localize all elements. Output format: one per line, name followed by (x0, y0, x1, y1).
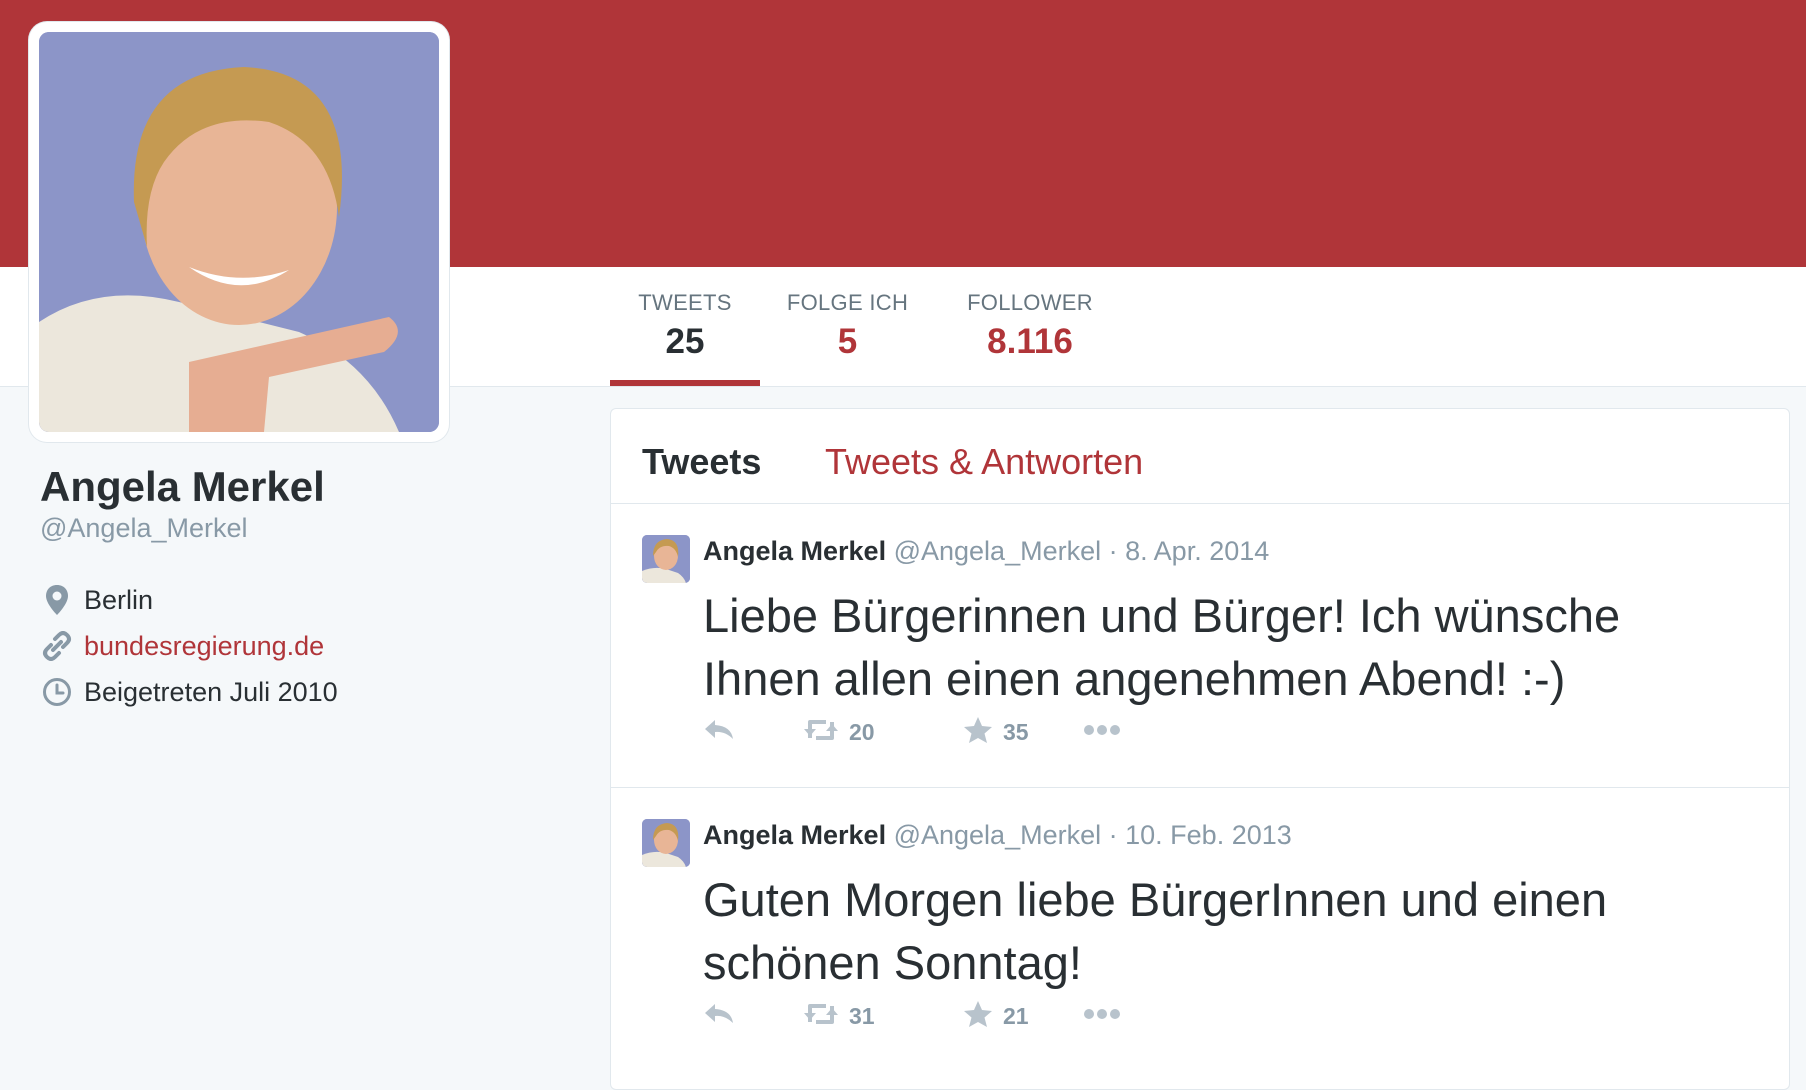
link-icon (40, 629, 74, 663)
more-button[interactable] (1083, 998, 1121, 1034)
star-icon (963, 716, 993, 749)
map-pin-icon (40, 583, 74, 617)
tweet-header: Angela Merkel @Angela_Merkel · 8. Apr. 2… (703, 536, 1269, 567)
profile-name[interactable]: Angela Merkel (40, 463, 325, 511)
avatar-photo (39, 32, 439, 432)
favorite-count: 35 (1003, 718, 1029, 745)
stat-tweets-label: TWEETS (638, 290, 732, 315)
tab-tweets-replies[interactable]: Tweets & Antworten (825, 441, 1143, 483)
stat-following[interactable]: FOLGE ICH 5 (780, 290, 915, 362)
profile-joined: Beigetreten Juli 2010 (40, 675, 338, 709)
tweet-separator: · (1108, 536, 1118, 566)
clock-icon (40, 675, 74, 709)
tweet-item[interactable]: Angela Merkel @Angela_Merkel · 10. Feb. … (611, 788, 1789, 1088)
tweet-actions: 20 35 (703, 714, 1303, 750)
more-dots-icon (1083, 1007, 1121, 1025)
stat-followers-value: 8.116 (987, 322, 1073, 361)
retweet-button[interactable]: 31 (803, 998, 875, 1034)
tweet-avatar[interactable] (642, 535, 690, 583)
joined-text: Beigetreten Juli 2010 (84, 676, 338, 707)
more-dots-icon (1083, 723, 1121, 741)
tweet-author-name[interactable]: Angela Merkel (703, 820, 886, 850)
retweet-icon (803, 716, 839, 749)
stat-tweets[interactable]: TWEETS 25 (610, 290, 760, 362)
active-stat-indicator (610, 380, 760, 386)
tweet-header: Angela Merkel @Angela_Merkel · 10. Feb. … (703, 820, 1292, 851)
tweet-date[interactable]: 10. Feb. 2013 (1125, 820, 1292, 850)
reply-button[interactable] (703, 998, 735, 1034)
stat-tweets-value: 25 (665, 322, 705, 361)
favorite-button[interactable]: 35 (963, 714, 1029, 750)
tweet-text: Liebe Bürgerinnen und Bürger! Ich wünsch… (703, 589, 1621, 705)
tweet-author-handle[interactable]: @Angela_Merkel (894, 820, 1102, 850)
reply-icon (703, 1001, 735, 1032)
tweet-date[interactable]: 8. Apr. 2014 (1125, 536, 1269, 566)
tweet-author-name[interactable]: Angela Merkel (703, 536, 886, 566)
retweet-icon (803, 1000, 839, 1033)
tweet-actions: 31 21 (703, 998, 1303, 1034)
favorite-count: 21 (1003, 1002, 1029, 1029)
tweet-timeline: Tweets Tweets & Antworten Angela Merkel … (610, 408, 1790, 1090)
tab-tweets[interactable]: Tweets (642, 441, 761, 483)
profile-handle: @Angela_Merkel (40, 513, 248, 543)
stat-following-label: FOLGE ICH (786, 290, 909, 315)
tweet-separator: · (1108, 820, 1118, 850)
favorite-button[interactable]: 21 (963, 998, 1029, 1034)
reply-button[interactable] (703, 714, 735, 750)
tweet-text: Guten Morgen liebe BürgerInnen und einen… (703, 873, 1608, 989)
tweet-item[interactable]: Angela Merkel @Angela_Merkel · 8. Apr. 2… (611, 504, 1789, 788)
retweet-count: 20 (849, 718, 875, 745)
retweet-button[interactable]: 20 (803, 714, 875, 750)
profile-url[interactable]: bundesregierung.de (40, 629, 324, 663)
url-link[interactable]: bundesregierung.de (84, 631, 324, 662)
timeline-tabs: Tweets Tweets & Antworten (611, 409, 1789, 504)
location-text: Berlin (84, 584, 154, 615)
profile-avatar[interactable] (29, 22, 449, 442)
tweet-avatar[interactable] (642, 819, 690, 867)
more-button[interactable] (1083, 714, 1121, 750)
tweet-author-handle[interactable]: @Angela_Merkel (894, 536, 1102, 566)
retweet-count: 31 (849, 1002, 875, 1029)
stat-following-value: 5 (837, 322, 858, 361)
star-icon (963, 1000, 993, 1033)
profile-location: Berlin (40, 583, 153, 617)
stat-followers-label: FOLLOWER (967, 290, 1093, 315)
reply-icon (703, 717, 735, 748)
stat-followers[interactable]: FOLLOWER 8.116 (960, 290, 1100, 362)
